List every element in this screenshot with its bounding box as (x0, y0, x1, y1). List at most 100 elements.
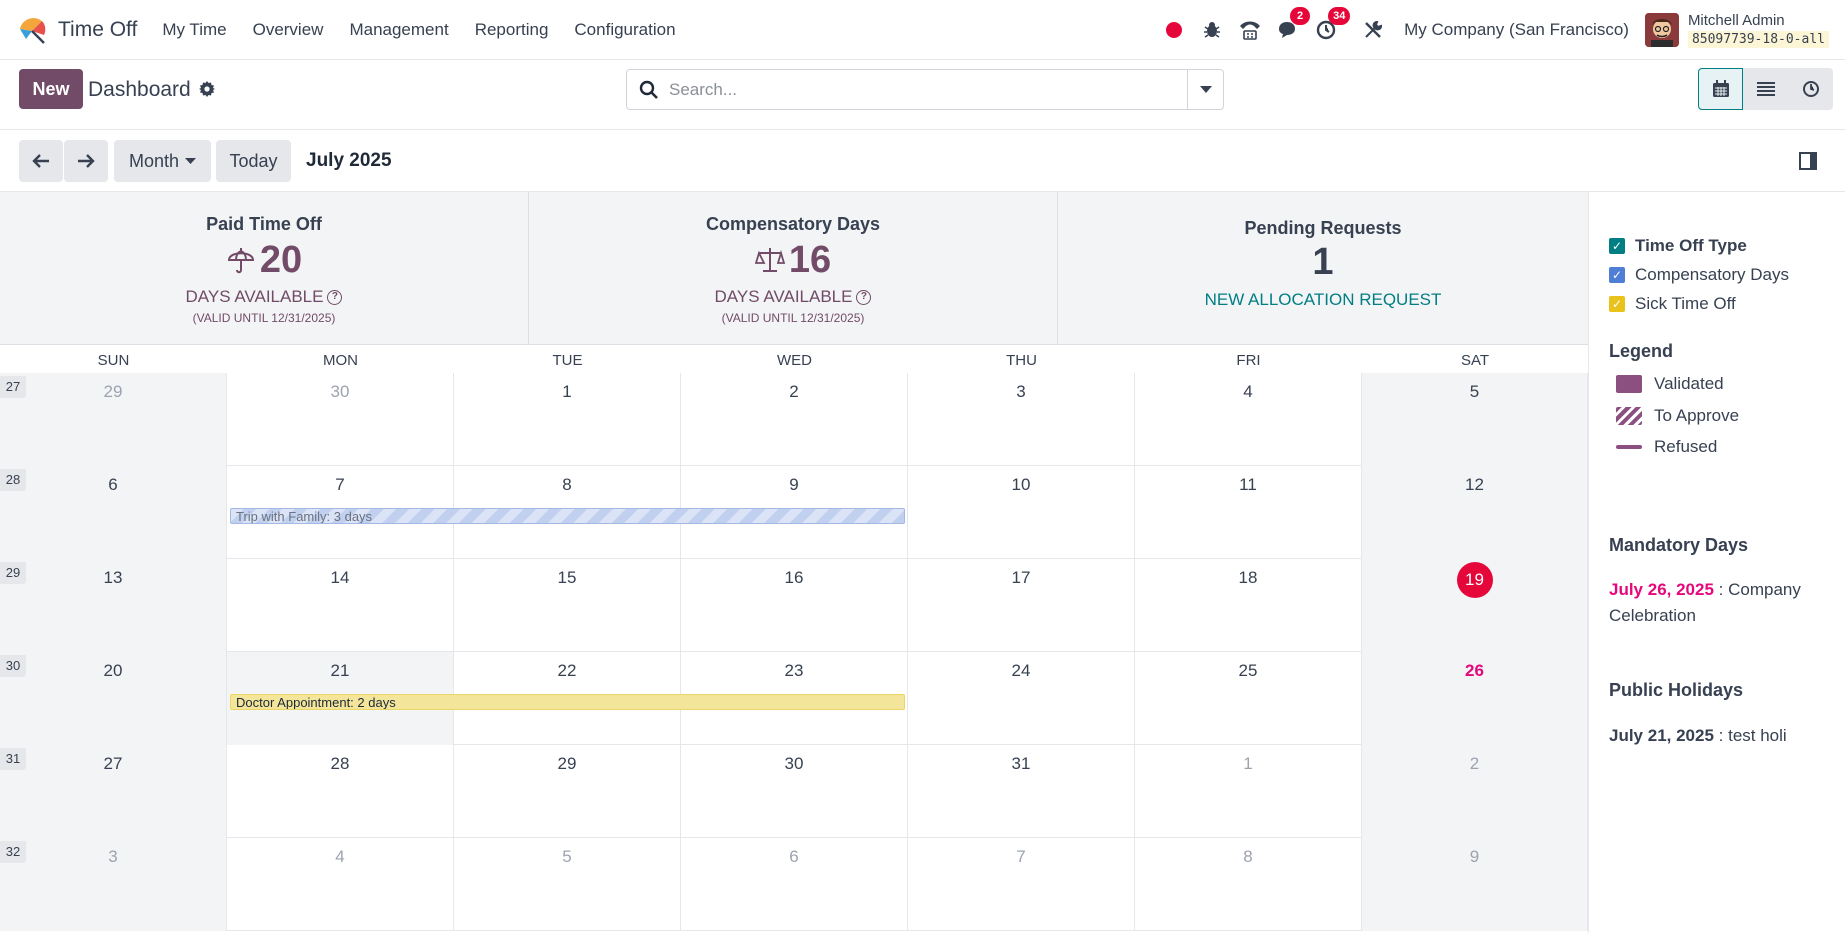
day-cell[interactable]: 9 (1362, 838, 1588, 931)
company-switcher[interactable]: My Company (San Francisco) (1404, 20, 1629, 40)
legend-to-approve: To Approve (1616, 406, 1739, 426)
debug-bug-icon[interactable] (1200, 18, 1224, 42)
main-menu: My Time Overview Management Reporting Co… (149, 20, 688, 40)
activity-view-button[interactable] (1788, 68, 1833, 110)
day-cell[interactable]: 8 (1135, 838, 1362, 931)
day-cell[interactable]: 24 (908, 652, 1135, 745)
list-icon (1756, 82, 1775, 96)
day-cell[interactable]: 15 (454, 559, 681, 652)
filter-time-off-type[interactable]: ✓ Time Off Type (1609, 236, 1747, 256)
scale-dropdown[interactable]: Month (114, 140, 211, 182)
day-cell[interactable]: 3 (0, 838, 227, 931)
day-cell[interactable]: 14 (227, 559, 454, 652)
day-cell[interactable]: 27 (0, 745, 227, 838)
settings-tools-icon[interactable] (1361, 18, 1385, 42)
menu-management[interactable]: Management (336, 20, 461, 40)
public-holiday-entry: July 21, 2025 : test holi (1609, 726, 1787, 746)
day-cell[interactable]: 4 (227, 838, 454, 931)
day-cell[interactable]: 16 (681, 559, 908, 652)
day-cell[interactable]: 30 (227, 373, 454, 466)
today-button[interactable]: Today (216, 140, 291, 182)
weekday-label: SUN (97, 352, 130, 369)
card-value: 1 (1312, 241, 1334, 283)
messages-icon[interactable]: 2 (1276, 6, 1311, 42)
checkbox-checked-icon[interactable]: ✓ (1609, 296, 1625, 312)
menu-configuration[interactable]: Configuration (561, 20, 688, 40)
activities-clock-icon[interactable]: 34 (1314, 6, 1351, 42)
day-cell[interactable]: 7 (908, 838, 1135, 931)
day-number: 9 (789, 475, 799, 494)
day-cell[interactable]: 6 (681, 838, 908, 931)
day-number: 29 (103, 382, 123, 401)
filter-compensatory-days[interactable]: ✓ Compensatory Days (1609, 265, 1789, 285)
calendar-view-button[interactable] (1698, 68, 1743, 110)
help-icon[interactable]: ? (856, 289, 872, 305)
day-cell[interactable]: 28 (227, 745, 454, 838)
checkbox-checked-icon[interactable]: ✓ (1609, 267, 1625, 283)
day-cell[interactable]: 31 (908, 745, 1135, 838)
day-cell[interactable]: 12 (1362, 466, 1588, 559)
user-menu[interactable]: Mitchell Admin 85097739-18-0-all (1687, 12, 1829, 48)
day-cell[interactable]: 2 (1362, 745, 1588, 838)
pending-requests-card: Pending Requests 1 NEW ALLOCATION REQUES… (1058, 192, 1588, 344)
day-cell[interactable]: 17 (908, 559, 1135, 652)
app-title[interactable]: Time Off (58, 18, 137, 42)
phone-icon[interactable] (1238, 18, 1262, 42)
app-brand[interactable]: Time Off (18, 15, 137, 45)
day-number: 16 (784, 568, 804, 587)
list-view-button[interactable] (1743, 68, 1788, 110)
day-cell[interactable]: 6 (0, 466, 227, 559)
day-cell[interactable]: 1 (454, 373, 681, 466)
search-options-toggle[interactable] (1187, 70, 1223, 109)
weekday-label: WED (777, 352, 812, 369)
day-cell[interactable]: 2 (681, 373, 908, 466)
day-cell[interactable]: 29 (0, 373, 227, 466)
day-cell[interactable]: 20 (0, 652, 227, 745)
menu-my-time[interactable]: My Time (149, 20, 239, 40)
arrow-left-icon (32, 154, 49, 168)
time-off-event[interactable]: Doctor Appointment: 2 days (230, 694, 905, 710)
search-input[interactable] (669, 79, 1169, 100)
day-cell[interactable]: 10 (908, 466, 1135, 559)
day-cell[interactable]: 13 (0, 559, 227, 652)
checkbox-checked-icon[interactable]: ✓ (1609, 238, 1625, 254)
sidebar-toggle-icon[interactable] (1799, 152, 1817, 170)
mandatory-day-entry: July 26, 2025 : Company Celebration (1609, 577, 1829, 629)
day-cell[interactable]: 29 (454, 745, 681, 838)
paid-time-off-card[interactable]: Paid Time Off 20 DAYS AVAILABLE? (VALID … (0, 192, 529, 344)
day-number: 7 (335, 475, 345, 494)
day-cell[interactable]: 18 (1135, 559, 1362, 652)
day-number: 1 (1243, 754, 1253, 773)
to-approve-swatch (1616, 407, 1642, 425)
gear-icon[interactable] (198, 80, 216, 98)
day-cell[interactable]: 26 (1362, 652, 1588, 745)
day-cell[interactable]: 30 (681, 745, 908, 838)
day-cell[interactable]: 3 (908, 373, 1135, 466)
new-button[interactable]: New (19, 69, 83, 109)
next-button[interactable] (64, 140, 108, 182)
day-number: 30 (330, 382, 350, 401)
day-cell[interactable]: 5 (454, 838, 681, 931)
month-calendar: SUN MON TUE WED THU FRI SAT 29 30 1 2 3 4 5 27 6 7 8 9 10 1… (0, 345, 1588, 933)
filter-label: Time Off Type (1635, 236, 1747, 255)
calendar-icon (1712, 80, 1729, 97)
previous-button[interactable] (19, 140, 63, 182)
new-allocation-request-link[interactable]: NEW ALLOCATION REQUEST (1058, 290, 1588, 310)
day-cell[interactable]: 4 (1135, 373, 1362, 466)
day-cell[interactable]: 5 (1362, 373, 1588, 466)
filter-sick-time-off[interactable]: ✓ Sick Time Off (1609, 294, 1736, 314)
user-avatar[interactable] (1644, 12, 1679, 47)
menu-overview[interactable]: Overview (240, 20, 337, 40)
card-title: Compensatory Days (705, 214, 881, 234)
record-icon[interactable] (1162, 18, 1186, 42)
compensatory-days-card[interactable]: Compensatory Days 16 DAYS AVAILABLE? (VA… (529, 192, 1058, 344)
menu-reporting[interactable]: Reporting (462, 20, 562, 40)
day-cell[interactable]: 1 (1135, 745, 1362, 838)
day-number: 13 (103, 568, 123, 587)
help-icon[interactable]: ? (327, 289, 343, 305)
day-cell[interactable]: 19 (1362, 559, 1588, 652)
time-off-event[interactable]: Trip with Family: 3 days (230, 508, 905, 524)
day-cell[interactable]: 11 (1135, 466, 1362, 559)
day-cell[interactable]: 25 (1135, 652, 1362, 745)
day-number: 3 (108, 847, 118, 866)
